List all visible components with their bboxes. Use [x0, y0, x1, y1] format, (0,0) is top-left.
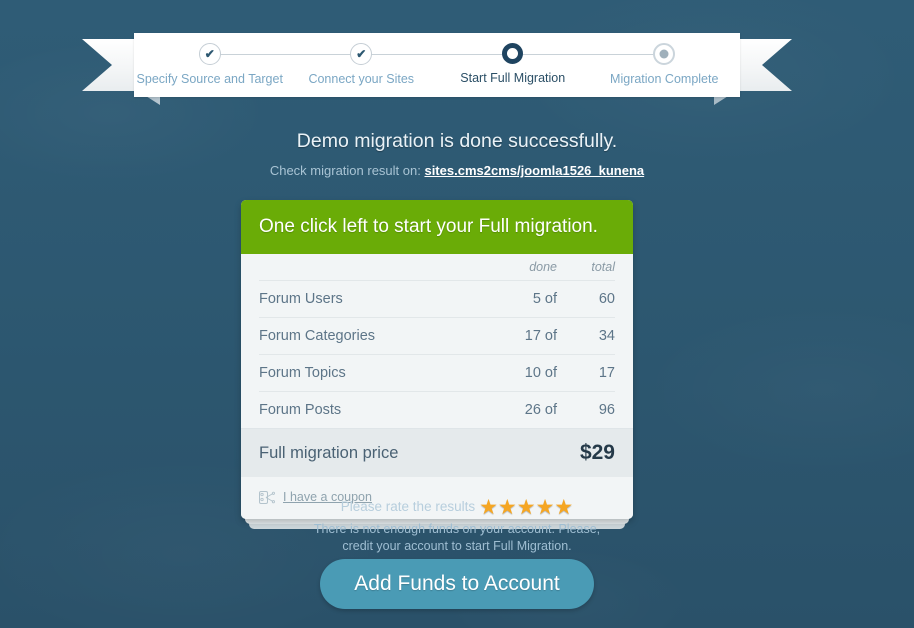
- migration-result-line: Check migration result on: sites.cms2cms…: [0, 163, 914, 178]
- row-label: Forum Users: [259, 280, 481, 318]
- progress-step-specify-source-and-target[interactable]: ✔ Specify Source and Target: [134, 33, 286, 86]
- table-header-row: done total: [259, 254, 615, 281]
- step-connector-line: [209, 54, 362, 55]
- row-label: Forum Categories: [259, 317, 481, 355]
- migration-summary-card: One click left to start your Full migrat…: [241, 200, 633, 529]
- progress-ribbon: ✔ Specify Source and Target ✔ Connect yo…: [82, 33, 792, 105]
- row-label: Forum Posts: [259, 391, 481, 428]
- page-title: Demo migration is done successfully.: [296, 130, 618, 152]
- table-row: Forum Posts 26 of 96: [259, 391, 615, 428]
- card-body: done total Forum Users 5 of 60 Forum Cat…: [241, 254, 633, 519]
- check-icon: ✔: [198, 43, 221, 65]
- step-connector-line: [512, 54, 665, 55]
- row-label: Forum Topics: [259, 354, 481, 392]
- rating-label: Please rate the results: [340, 499, 476, 514]
- row-done: 26 of: [481, 391, 557, 428]
- price-row: Full migration price $29: [241, 428, 633, 477]
- ribbon-band: ✔ Specify Source and Target ✔ Connect yo…: [134, 33, 740, 97]
- row-total: 34: [557, 317, 615, 355]
- row-done: 10 of: [481, 354, 557, 392]
- star-rating-icon[interactable]: ★★★★★: [479, 496, 573, 519]
- check-icon: ✔: [350, 43, 373, 65]
- table-row: Forum Categories 17 of 34: [259, 317, 615, 355]
- progress-step-start-full-migration[interactable]: Start Full Migration: [361, 33, 589, 85]
- migration-result-prefix: Check migration result on:: [269, 163, 421, 178]
- step-connector-line: [361, 54, 513, 55]
- row-done: 5 of: [481, 280, 557, 318]
- column-header-total: total: [591, 260, 615, 274]
- progress-step-label: Specify Source and Target: [136, 72, 283, 86]
- migration-stats-table: done total Forum Users 5 of 60 Forum Cat…: [259, 254, 615, 428]
- table-row: Forum Users 5 of 60: [259, 280, 615, 318]
- price-label: Full migration price: [259, 443, 399, 462]
- row-total: 60: [557, 280, 615, 318]
- row-total: 96: [557, 391, 615, 428]
- column-header-done: done: [529, 260, 557, 274]
- rating-row: Please rate the results ★★★★★: [0, 495, 914, 520]
- progress-steps: ✔ Specify Source and Target ✔ Connect yo…: [134, 33, 740, 97]
- progress-step-label: Connect your Sites: [308, 72, 415, 86]
- ring-icon: [502, 43, 524, 64]
- funds-note-line-1: There is not enough funds on your accoun…: [313, 522, 601, 536]
- row-total: 17: [557, 354, 615, 392]
- card-header-title: One click left to start your Full migrat…: [241, 200, 633, 254]
- cta-container: Add Funds to Account: [0, 559, 914, 609]
- table-row: Forum Topics 10 of 17: [259, 354, 615, 392]
- column-header-label: [259, 254, 481, 281]
- add-funds-to-account-button[interactable]: Add Funds to Account: [320, 559, 594, 609]
- progress-step-label: Start Full Migration: [460, 71, 566, 85]
- dot-icon: [653, 43, 676, 65]
- price-value: $29: [579, 441, 615, 464]
- progress-step-migration-complete[interactable]: Migration Complete: [512, 33, 741, 86]
- migration-result-link[interactable]: sites.cms2cms/joomla1526_kunena: [424, 163, 644, 178]
- progress-step-label: Migration Complete: [610, 72, 719, 86]
- funds-note-line-2: credit your account to start Full Migrat…: [342, 539, 572, 553]
- insufficient-funds-note: There is not enough funds on your accoun…: [0, 521, 914, 555]
- progress-step-connect-your-sites[interactable]: ✔ Connect your Sites: [209, 33, 438, 86]
- row-done: 17 of: [481, 317, 557, 355]
